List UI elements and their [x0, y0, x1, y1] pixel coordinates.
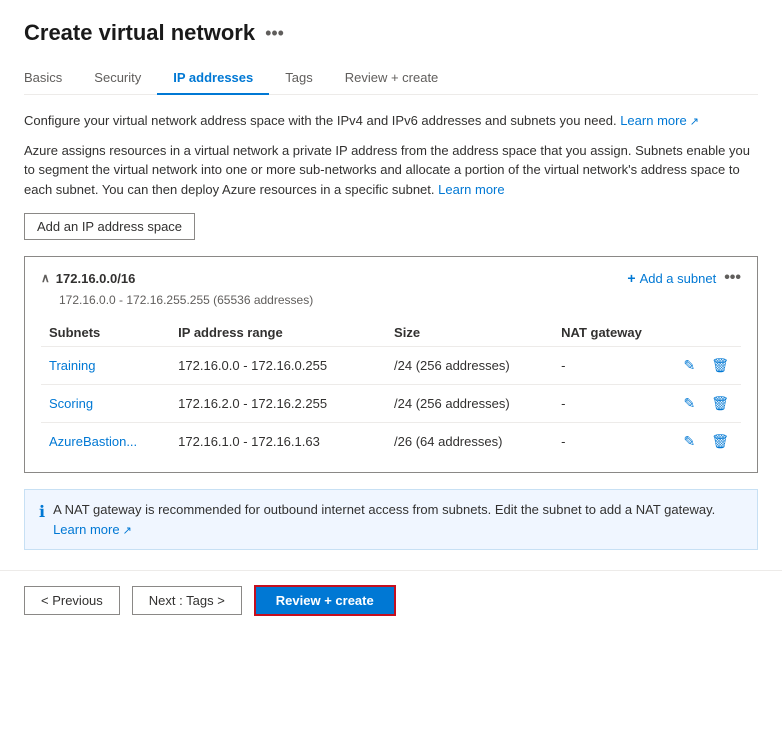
ip-space-more-icon[interactable]: •••	[724, 269, 741, 287]
col-header-nat: NAT gateway	[553, 319, 671, 347]
info-text-1: Configure your virtual network address s…	[24, 111, 758, 131]
subnet-size-azurebastion: /26 (64 addresses)	[386, 423, 553, 461]
ip-space-actions: + Add a subnet •••	[627, 269, 741, 287]
ip-space-container: ∧ 172.16.0.0/16 + Add a subnet ••• 172.1…	[24, 256, 758, 473]
delete-icon-scoring[interactable]: 🗑	[707, 393, 733, 414]
tab-review-create[interactable]: Review + create	[329, 62, 455, 95]
nat-notice-text: A NAT gateway is recommended for outboun…	[53, 500, 743, 539]
subnet-name-training: Training	[41, 347, 170, 385]
table-row: AzureBastion... 172.16.1.0 - 172.16.1.63…	[41, 423, 741, 461]
page-title-row: Create virtual network •••	[24, 20, 758, 46]
subnet-iprange-azurebastion: 172.16.1.0 - 172.16.1.63	[170, 423, 386, 461]
title-more-icon[interactable]: •••	[265, 23, 284, 44]
add-ip-address-space-button[interactable]: Add an IP address space	[24, 213, 195, 240]
subnet-link-training[interactable]: Training	[49, 358, 95, 373]
subnet-nat-scoring: -	[553, 385, 671, 423]
col-header-size: Size	[386, 319, 553, 347]
subnet-nat-azurebastion: -	[553, 423, 671, 461]
subnet-name-scoring: Scoring	[41, 385, 170, 423]
learn-more-link-2[interactable]: Learn more	[438, 182, 504, 197]
collapse-chevron-icon[interactable]: ∧	[41, 271, 50, 285]
table-row: Scoring 172.16.2.0 - 172.16.2.255 /24 (2…	[41, 385, 741, 423]
subnet-size-scoring: /24 (256 addresses)	[386, 385, 553, 423]
table-row: Training 172.16.0.0 - 172.16.0.255 /24 (…	[41, 347, 741, 385]
subnet-size-training: /24 (256 addresses)	[386, 347, 553, 385]
subnet-link-azurebastion[interactable]: AzureBastion...	[49, 434, 137, 449]
plus-icon: +	[627, 270, 635, 286]
footer: < Previous Next : Tags > Review + create	[0, 570, 782, 630]
subnet-nat-training: -	[553, 347, 671, 385]
tab-tags[interactable]: Tags	[269, 62, 328, 95]
subnet-link-scoring[interactable]: Scoring	[49, 396, 93, 411]
subnets-table: Subnets IP address range Size NAT gatewa…	[41, 319, 741, 460]
col-header-actions	[671, 319, 741, 347]
learn-more-link-1[interactable]: Learn more	[620, 113, 699, 128]
nat-info-box: ℹ A NAT gateway is recommended for outbo…	[24, 489, 758, 550]
learn-more-link-3[interactable]: Learn more	[53, 522, 132, 537]
subnet-iprange-training: 172.16.0.0 - 172.16.0.255	[170, 347, 386, 385]
col-header-subnets: Subnets	[41, 319, 170, 347]
tabs-row: Basics Security IP addresses Tags Review…	[24, 62, 758, 95]
page-title: Create virtual network	[24, 20, 255, 46]
table-header-row: Subnets IP address range Size NAT gatewa…	[41, 319, 741, 347]
edit-icon-azurebastion[interactable]: ✎	[679, 431, 699, 452]
delete-icon-azurebastion[interactable]: 🗑	[707, 431, 733, 452]
ip-space-cidr: 172.16.0.0/16	[56, 271, 136, 286]
review-create-button[interactable]: Review + create	[254, 585, 396, 616]
delete-icon-training[interactable]: 🗑	[707, 355, 733, 376]
add-subnet-button[interactable]: + Add a subnet	[627, 270, 716, 286]
previous-button[interactable]: < Previous	[24, 586, 120, 615]
actions-cell-training: ✎ 🗑	[679, 355, 733, 376]
subnet-name-azurebastion: AzureBastion...	[41, 423, 170, 461]
tab-security[interactable]: Security	[78, 62, 157, 95]
info-circle-icon: ℹ	[39, 501, 45, 525]
ip-space-header: ∧ 172.16.0.0/16 + Add a subnet •••	[41, 269, 741, 287]
subnet-actions-scoring: ✎ 🗑	[671, 385, 741, 423]
actions-cell-azurebastion: ✎ 🗑	[679, 431, 733, 452]
ip-range-info: 172.16.0.0 - 172.16.255.255 (65536 addre…	[41, 293, 741, 307]
col-header-iprange: IP address range	[170, 319, 386, 347]
tab-basics[interactable]: Basics	[24, 62, 78, 95]
subnet-iprange-scoring: 172.16.2.0 - 172.16.2.255	[170, 385, 386, 423]
info-text-2: Azure assigns resources in a virtual net…	[24, 141, 758, 200]
subnet-actions-azurebastion: ✎ 🗑	[671, 423, 741, 461]
subnet-actions-training: ✎ 🗑	[671, 347, 741, 385]
page-container: Create virtual network ••• Basics Securi…	[0, 0, 782, 550]
actions-cell-scoring: ✎ 🗑	[679, 393, 733, 414]
edit-icon-scoring[interactable]: ✎	[679, 393, 699, 414]
edit-icon-training[interactable]: ✎	[679, 355, 699, 376]
tab-ip-addresses[interactable]: IP addresses	[157, 62, 269, 95]
next-tags-button[interactable]: Next : Tags >	[132, 586, 242, 615]
ip-space-title: ∧ 172.16.0.0/16	[41, 271, 135, 286]
